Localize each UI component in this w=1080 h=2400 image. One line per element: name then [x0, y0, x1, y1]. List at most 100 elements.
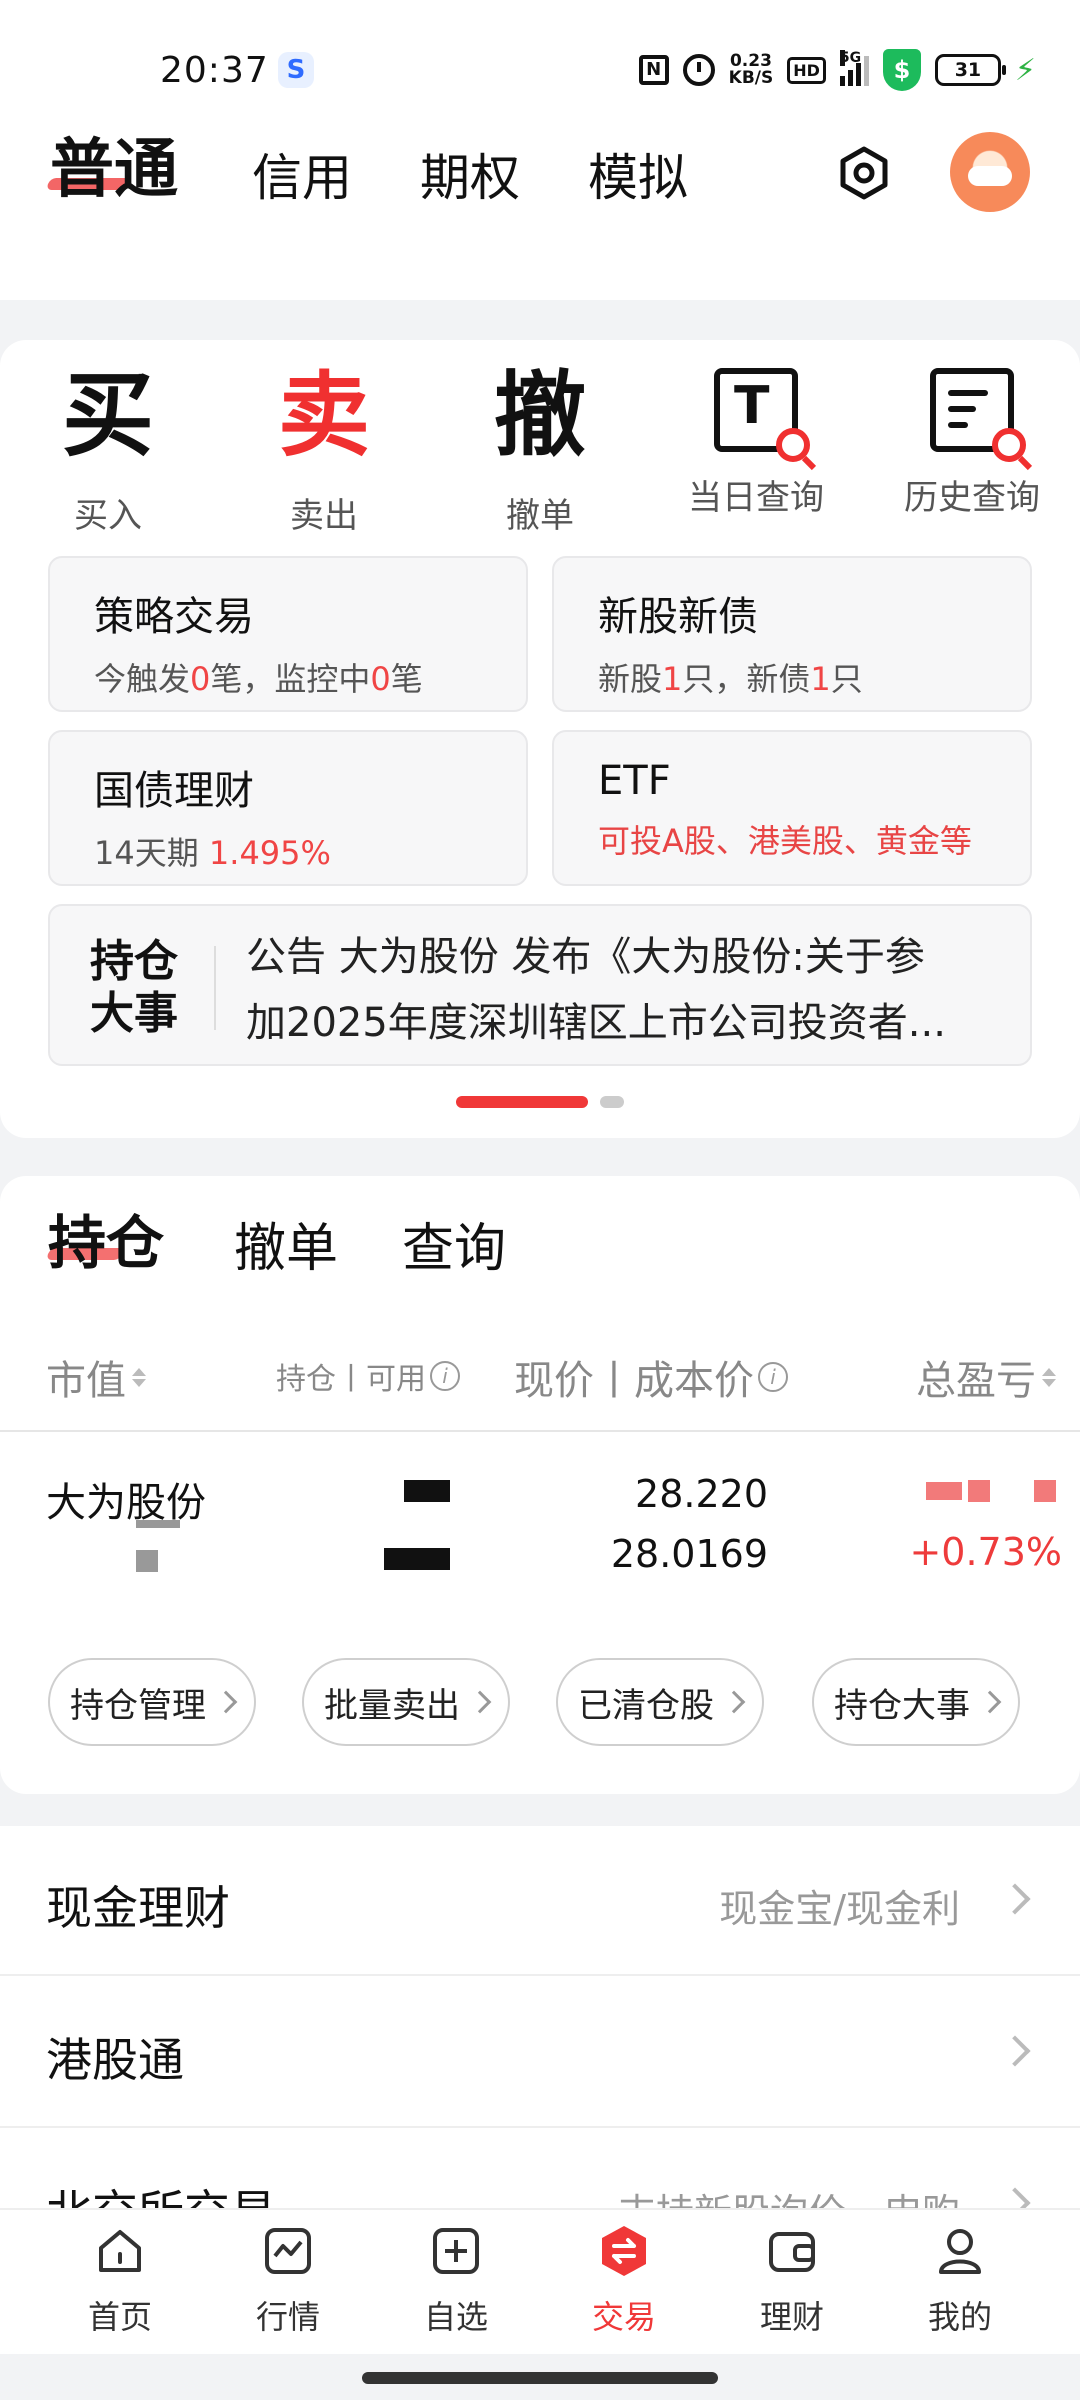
- home-icon: [99, 2230, 141, 2272]
- position-header: 持仓丨可用 i: [276, 1354, 460, 1398]
- chevron-right-icon: [468, 1690, 492, 1714]
- info-icon[interactable]: i: [430, 1361, 460, 1391]
- strategy-subtitle: 今触发0笔，监控中0笔: [94, 660, 423, 698]
- sort-icon: [1042, 1367, 1056, 1387]
- market-icon: [265, 2228, 311, 2274]
- nfc-icon: N: [638, 55, 669, 85]
- nav-label: 自选: [423, 2298, 488, 2336]
- history-query-label: 历史查询: [904, 478, 1040, 518]
- today-query-icon: T: [714, 368, 810, 462]
- news-text: 公告 大为股份 发布《大为股份:关于参 加2025年度深圳辖区上市公司投资者..…: [246, 934, 946, 1046]
- position-management-button[interactable]: 持仓管理: [48, 1658, 256, 1746]
- redacted-position: [404, 1480, 450, 1502]
- redacted-market-value: [136, 1550, 158, 1572]
- buy-label: 买入: [74, 496, 142, 536]
- pnl-header[interactable]: 总盈亏: [916, 1348, 1056, 1406]
- trade-icon: [602, 2226, 646, 2276]
- holding-events-button[interactable]: 持仓大事: [812, 1658, 1020, 1746]
- cancel-order-label: 撤单: [506, 496, 574, 536]
- charging-icon: ⚡: [1014, 52, 1036, 88]
- status-time: 20:37: [160, 50, 269, 91]
- nav-label: 行情: [255, 2298, 320, 2336]
- news-divider: [214, 946, 216, 1030]
- batch-sell-button[interactable]: 批量卖出: [302, 1658, 510, 1746]
- nav-trade[interactable]: 交易: [549, 2220, 699, 2338]
- hd-icon: HD: [787, 56, 826, 84]
- profile-icon: [939, 2229, 981, 2274]
- nav-watchlist[interactable]: 自选: [381, 2220, 531, 2338]
- tab-cancel-orders[interactable]: 撤单: [234, 1206, 338, 1281]
- redacted-available: [384, 1548, 450, 1570]
- sell-label: 卖出: [290, 496, 358, 536]
- redacted-pnl: [968, 1480, 990, 1502]
- treasury-title: 国债理财: [94, 768, 254, 814]
- redacted-pnl: [1034, 1480, 1056, 1502]
- tab-normal[interactable]: 普通: [50, 118, 178, 210]
- redacted-pnl: [926, 1482, 962, 1500]
- holding-news-badge: 持仓 大事: [90, 936, 178, 1039]
- carousel-dot[interactable]: [600, 1096, 624, 1108]
- ipo-title: 新股新债: [598, 594, 758, 640]
- redacted-code: [136, 1520, 180, 1528]
- tab-holdings[interactable]: 持仓: [48, 1196, 164, 1280]
- security-shield-icon: $: [882, 49, 921, 91]
- cancel-order-icon: 撤: [493, 361, 586, 469]
- price-header: 现价丨成本价 i: [514, 1348, 788, 1406]
- etf-card[interactable]: ETF 可投A股、港美股、黄金等: [552, 730, 1032, 886]
- nav-label: 首页: [87, 2298, 152, 2336]
- stock-name: 大为股份: [46, 1480, 206, 1526]
- holding-news-banner[interactable]: 持仓 大事 公告 大为股份 发布《大为股份:关于参 加2025年度深圳辖区上市公司…: [48, 904, 1032, 1066]
- status-icons: N 0.23 KB/S HD 5G $ 31 ⚡: [638, 49, 1036, 91]
- buy-icon: 买: [61, 361, 154, 469]
- cleared-stocks-button[interactable]: 已清仓股: [556, 1658, 764, 1746]
- tab-simulation[interactable]: 模拟: [588, 138, 688, 210]
- list-item-cash-management[interactable]: 现金理财 现金宝/现金利: [0, 1826, 1080, 1976]
- tab-credit[interactable]: 信用: [252, 138, 352, 210]
- list-item-subtitle: 现金宝/现金利: [719, 1887, 960, 1931]
- history-query-icon: [930, 368, 1026, 462]
- etf-title: ETF: [598, 758, 671, 804]
- market-value-header[interactable]: 市值: [46, 1348, 146, 1406]
- list-item-title: 港股通: [46, 2033, 184, 2087]
- nav-label: 交易: [591, 2298, 656, 2336]
- tab-query[interactable]: 查询: [402, 1206, 506, 1281]
- nav-market[interactable]: 行情: [213, 2220, 363, 2338]
- settings-icon[interactable]: [836, 145, 892, 201]
- history-query-button[interactable]: 历史查询: [872, 360, 1072, 519]
- sell-icon: 卖: [277, 361, 370, 469]
- etf-subtitle: 可投A股、港美股、黄金等: [598, 822, 972, 860]
- signal-icon: 5G: [839, 50, 869, 86]
- treasury-subtitle: 14天期 1.495%: [94, 834, 331, 872]
- nav-home[interactable]: 首页: [45, 2220, 195, 2338]
- tab-options[interactable]: 期权: [420, 138, 520, 210]
- info-icon[interactable]: i: [758, 1362, 788, 1392]
- ipo-subtitle: 新股1只，新债1只: [598, 660, 863, 698]
- avatar[interactable]: [950, 132, 1030, 212]
- today-query-button[interactable]: T 当日查询: [656, 360, 856, 519]
- buy-button[interactable]: 买 买入: [8, 360, 208, 537]
- today-query-label: 当日查询: [688, 478, 824, 518]
- list-item-hk-connect[interactable]: 港股通: [0, 1978, 1080, 2128]
- ipo-card[interactable]: 新股新债 新股1只，新债1只: [552, 556, 1032, 712]
- cancel-order-button[interactable]: 撤 撤单: [440, 360, 640, 537]
- home-indicator[interactable]: [362, 2372, 718, 2384]
- treasury-card[interactable]: 国债理财 14天期 1.495%: [48, 730, 528, 886]
- nav-wealth[interactable]: 理财: [717, 2220, 867, 2338]
- sort-icon: [132, 1367, 146, 1387]
- app-notification-icon: S: [278, 52, 314, 88]
- chevron-right-icon: [722, 1690, 746, 1714]
- network-speed: 0.23 KB/S: [728, 51, 774, 88]
- current-price: 28.220: [635, 1472, 768, 1516]
- wallet-icon: [769, 2232, 815, 2272]
- strategy-trading-card[interactable]: 策略交易 今触发0笔，监控中0笔: [48, 556, 528, 712]
- nav-label: 理财: [759, 2298, 824, 2336]
- pnl-percent: +0.73%: [909, 1530, 1062, 1574]
- list-item-title: 现金理财: [46, 1881, 230, 1935]
- chevron-right-icon: [999, 2035, 1031, 2067]
- cost-price: 28.0169: [610, 1532, 768, 1576]
- nav-label: 我的: [927, 2298, 992, 2336]
- nav-profile[interactable]: 我的: [885, 2220, 1035, 2338]
- sell-button[interactable]: 卖 卖出: [224, 360, 424, 537]
- header-divider: [0, 1430, 1080, 1432]
- carousel-dot-active: [456, 1096, 588, 1108]
